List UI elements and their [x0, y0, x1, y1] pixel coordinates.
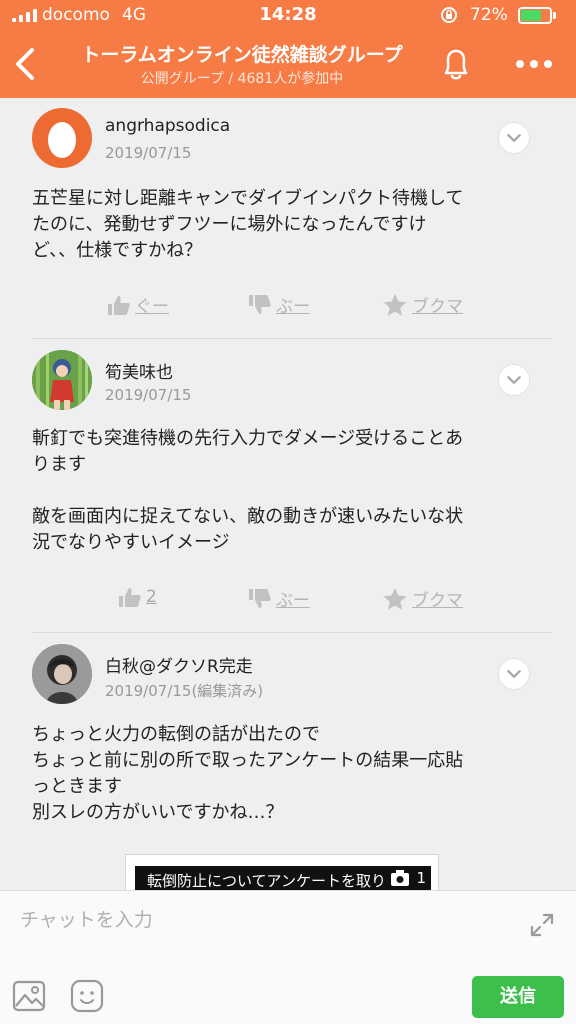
post-date: 2019/07/15	[105, 386, 192, 404]
post-actions: 2 ぶー ブクマ	[0, 586, 576, 616]
dislike-label: ぶー	[276, 297, 310, 317]
post-body-line: っときます	[32, 776, 122, 797]
post-body-line: ります	[32, 454, 86, 475]
author-name[interactable]: 筍美味也	[105, 358, 173, 383]
bookmark-label: ブクマ	[412, 297, 463, 317]
post-date: 2019/07/15	[105, 144, 192, 162]
image-icon[interactable]	[12, 979, 46, 1013]
image-count: 1	[390, 869, 426, 887]
post-divider	[32, 338, 552, 339]
like-label: ぐー	[135, 297, 169, 317]
attachment-preview: 転倒防止についてアンケートを取り	[135, 866, 431, 890]
post-body-line	[32, 478, 542, 504]
character-avatar-icon	[32, 644, 92, 704]
author-name[interactable]: 白秋@ダクソR完走	[105, 652, 253, 677]
star-icon	[383, 293, 407, 316]
post-body-line: 況でなりやすいイメージ	[32, 532, 230, 553]
bell-icon[interactable]	[438, 44, 474, 84]
post-body: 五芒星に対し距離キャンでダイブインパクト待機して たのに、発動せずフツーに場外に…	[32, 186, 542, 264]
like-button[interactable]: 2	[118, 586, 157, 608]
bookmark-button[interactable]: ブクマ	[382, 586, 463, 611]
chat-input-bar: チャットを入力 送信	[0, 890, 576, 1024]
send-button[interactable]: 送信	[472, 976, 564, 1018]
status-bar: docomo 4G 14:28 72%	[0, 0, 576, 30]
post-body-line: 敵を画面内に捉えてない、敵の動きが速いみたいな状	[32, 506, 464, 527]
post-body-line: 別スレの方がいいですかね…？	[32, 802, 284, 823]
post-actions: ぐー ぶー ブクマ	[0, 292, 576, 322]
thumbs-down-icon	[249, 588, 271, 608]
group-subtitle: 公開グループ / 4681人が参加中	[140, 71, 344, 87]
orientation-lock-icon	[441, 7, 457, 23]
dislike-button[interactable]: ぶー	[248, 586, 310, 611]
post-date: 2019/07/15(編集済み)	[105, 682, 264, 700]
image-count-value: 1	[416, 869, 426, 887]
thumbs-up-icon	[119, 588, 141, 607]
post-body: ちょっと火力の転倒の話が出たので ちょっと前に別の所で取ったアンケートの結果一応…	[32, 722, 542, 826]
post-body-line: 斬釘でも突進待機の先行入力でダメージ受けることあ	[32, 428, 464, 449]
egg-avatar-icon	[48, 122, 76, 158]
post-body-line: ちょっと前に別の所で取ったアンケートの結果一応貼	[32, 750, 464, 771]
like-button[interactable]: ぐー	[107, 292, 169, 317]
expand-icon[interactable]	[528, 911, 556, 939]
attachment-title: 転倒防止についてアンケートを取り	[147, 872, 386, 890]
battery-percent: 72%	[470, 5, 508, 25]
post-divider	[32, 632, 552, 633]
battery-tip	[553, 12, 556, 19]
emoji-icon[interactable]	[70, 979, 104, 1013]
bookmark-button[interactable]: ブクマ	[382, 292, 463, 317]
post-body-line: ちょっと火力の転倒の話が出たので	[32, 724, 320, 745]
group-title: トーラムオンライン徒然雑談グループ	[81, 44, 403, 66]
chat-input[interactable]: チャットを入力	[20, 905, 153, 932]
chevron-down-icon[interactable]	[498, 658, 530, 690]
group-header: トーラムオンライン徒然雑談グループ 公開グループ / 4681人が参加中	[0, 30, 576, 98]
chevron-down-icon[interactable]	[498, 122, 530, 154]
character-avatar-icon	[32, 350, 92, 410]
back-chevron-icon[interactable]	[10, 44, 40, 84]
avatar[interactable]	[32, 644, 92, 704]
post-body: 斬釘でも突進待機の先行入力でダメージ受けることあ ります 敵を画面内に捉えてない…	[32, 426, 542, 556]
attachment-card[interactable]: 転倒防止についてアンケートを取り 1	[125, 854, 439, 890]
author-name[interactable]: angrhapsodica	[105, 116, 230, 136]
star-icon	[383, 587, 407, 610]
dislike-label: ぶー	[276, 591, 310, 611]
thumbs-up-icon	[108, 295, 130, 315]
like-count: 2	[146, 587, 157, 607]
thumbs-down-icon	[249, 294, 271, 314]
post-body-line: ど、、仕様ですかね？	[32, 240, 203, 261]
chat-feed[interactable]: angrhapsodica 2019/07/15 五芒星に対し距離キャンでダイブ…	[0, 98, 576, 890]
post-body-line: 五芒星に対し距離キャンでダイブインパクト待機して	[32, 188, 464, 209]
avatar[interactable]	[32, 350, 92, 410]
post-body-line: たのに、発動せずフツーに場外になったんですけ	[32, 214, 427, 235]
dislike-button[interactable]: ぶー	[248, 292, 310, 317]
chevron-down-icon[interactable]	[498, 364, 530, 396]
camera-icon	[391, 870, 410, 886]
avatar[interactable]	[32, 108, 92, 168]
more-dots-icon[interactable]	[512, 50, 556, 78]
bookmark-label: ブクマ	[412, 591, 463, 611]
battery-icon	[518, 7, 552, 24]
